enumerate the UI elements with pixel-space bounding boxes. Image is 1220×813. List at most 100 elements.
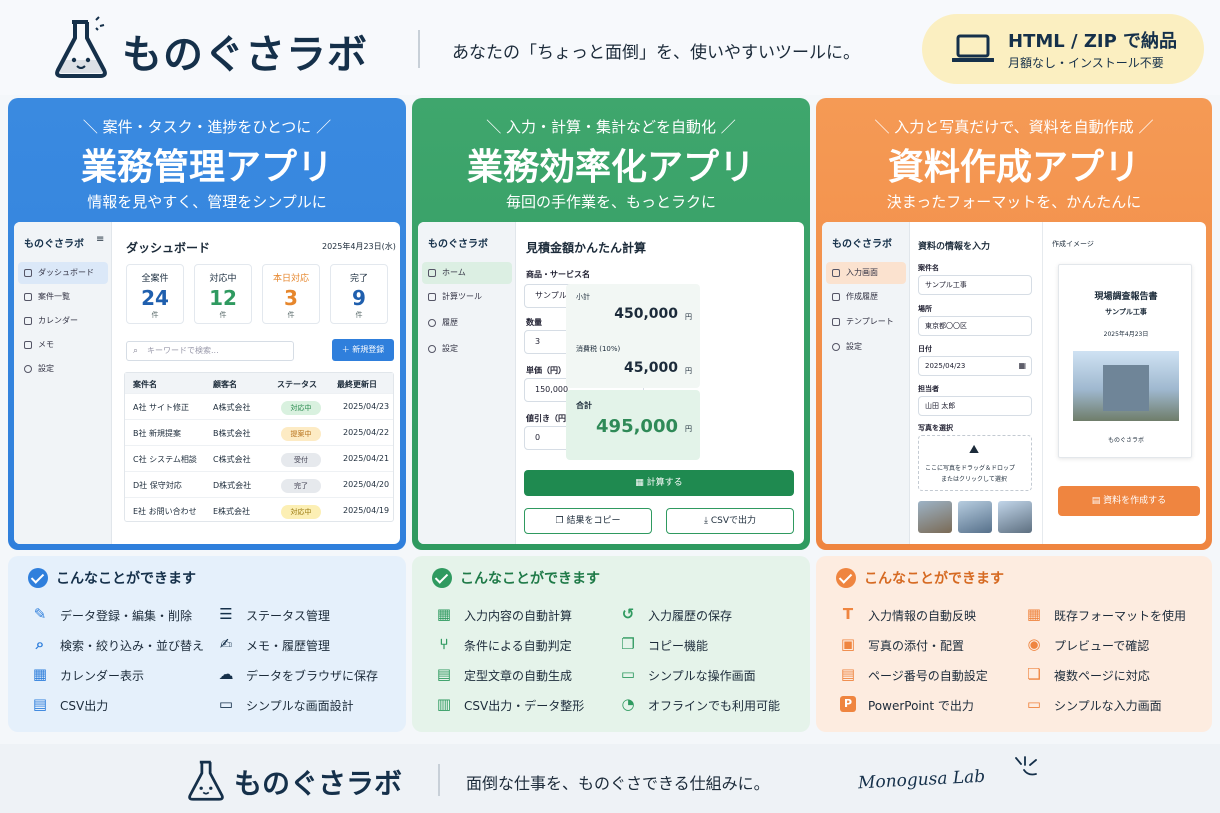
template-icon: ▦	[1026, 605, 1042, 623]
building-photo	[1073, 351, 1179, 421]
features-heading: こんなことができます	[460, 571, 600, 587]
column-header[interactable]: ステータス	[277, 379, 317, 390]
panel-subtitle: 決まったフォーマットを、かんたんに	[886, 193, 1142, 211]
panel-subtitle: 情報を見やすく、管理をシンプルに	[87, 193, 327, 211]
yen-unit: 円	[685, 313, 692, 321]
copy-result-button[interactable]: ❐ 結果をコピー	[524, 508, 652, 534]
sidebar-logo: ものぐさラボ	[832, 239, 892, 250]
badge-subtitle: 月額なし・インストール不要	[1008, 56, 1164, 70]
panel-business-management: ＼ 案件・タスク・進捗をひとつに ／ 業務管理アプリ 情報を見やすく、管理をシン…	[8, 98, 406, 550]
sidebar-item-label: ホーム	[442, 268, 466, 277]
feature-item: オフラインでも利用可能	[648, 699, 781, 713]
calendar-icon	[24, 317, 32, 325]
sidebar-item-label: 入力画面	[846, 268, 878, 277]
table-row[interactable]: D社 保守対応 D株式会社 完了 2025/04/20	[125, 471, 393, 497]
sidebar-item-calendar[interactable]: カレンダー	[18, 310, 108, 332]
image-icon: ⛰	[969, 442, 980, 456]
location-input[interactable]: 東京都〇〇区	[918, 316, 1032, 336]
photo-thumbnail[interactable]	[918, 501, 952, 533]
stat-card-done: 完了 9 件	[330, 264, 388, 324]
column-header[interactable]: 案件名	[133, 379, 157, 390]
sidebar-item-label: 作成履歴	[846, 292, 878, 301]
calendar-icon: ▦	[32, 665, 48, 683]
field-label: 写真を選択	[918, 424, 953, 432]
sidebar-item-calc-tool[interactable]: 計算ツール	[422, 286, 512, 308]
column-header[interactable]: 最終更新日	[337, 379, 377, 390]
stat-card-in-progress: 対応中 12 件	[194, 264, 252, 324]
feature-item: CSV出力	[60, 699, 109, 713]
feature-item: シンプルな画面設計	[246, 699, 354, 713]
monitor-icon: ▭	[1026, 695, 1042, 713]
features-efficiency: こんなことができます ▦ 入力内容の自動計算 ↺ 入力履歴の保存 ⑂ 条件による自動判…	[412, 556, 810, 732]
photo-thumbnail[interactable]	[998, 501, 1032, 533]
search-placeholder: キーワードで検索...	[147, 346, 219, 355]
sidebar-item-dashboard[interactable]: ダッシュボード	[18, 262, 108, 284]
button-label: 資料を作成する	[1103, 496, 1167, 506]
status-badge: 対応中	[281, 505, 321, 519]
memo-icon: ✍	[219, 635, 233, 653]
feature-item: メモ・履歴管理	[246, 639, 331, 653]
sidebar-item-settings[interactable]: 設定	[18, 358, 108, 380]
create-document-button[interactable]: ▤ 資料を作成する	[1058, 486, 1200, 516]
total-box: 合計 495,000 円	[566, 390, 700, 460]
field-label: 場所	[918, 305, 932, 313]
table-row[interactable]: C社 システム相談 C株式会社 受付 2025/04/21	[125, 445, 393, 471]
sidebar-item-settings[interactable]: 設定	[826, 336, 906, 358]
search-input[interactable]: ⌕ キーワードで検索...	[126, 341, 294, 361]
case-name-input[interactable]: サンプル工事	[918, 275, 1032, 295]
total-label: 合計	[576, 401, 592, 410]
panel-tag: ＼ 入力と写真だけで、資料を自動作成 ／	[874, 118, 1154, 136]
person-input[interactable]: 山田 太郎	[918, 396, 1032, 416]
stat-value: 12	[209, 286, 237, 310]
table-row[interactable]: A社 サイト修正 A株式会社 対応中 2025/04/23	[125, 393, 393, 419]
powerpoint-icon: P	[840, 696, 856, 712]
table-row[interactable]: B社 新規提案 B株式会社 提案中 2025/04/22	[125, 419, 393, 445]
laptop-icon	[952, 34, 994, 62]
calendar-icon: ▦	[1018, 361, 1026, 370]
cell-case: B社 新規提案	[133, 429, 182, 438]
history-icon: ↺	[621, 605, 635, 623]
sidebar-item-history[interactable]: 作成履歴	[826, 286, 906, 308]
sidebar-item-settings[interactable]: 設定	[422, 338, 512, 360]
pencil-icon: ✎	[33, 605, 47, 623]
file-icon	[832, 293, 840, 301]
sidebar-item-memo[interactable]: メモ	[18, 334, 108, 356]
sidebar-item-cases[interactable]: 案件一覧	[18, 286, 108, 308]
panel-title: 業務管理アプリ	[80, 147, 333, 188]
search-icon: ⌕	[35, 635, 45, 653]
app-screen: ものぐさラボ 入力画面 作成履歴 テンプレート 設定 資料の情報を入力 案件名 …	[822, 222, 1206, 544]
calculate-button[interactable]: ▦ 計算する	[524, 470, 794, 496]
sidebar: ものぐさラボ ≡ ダッシュボード 案件一覧 カレンダー メモ 設定	[14, 222, 112, 544]
document-icon: ▤	[436, 665, 452, 683]
photo-thumbnail[interactable]	[958, 501, 992, 533]
sidebar-item-template[interactable]: テンプレート	[826, 311, 906, 333]
home-icon	[24, 269, 32, 277]
tax-value: 45,000	[623, 360, 678, 376]
cell-date: 2025/04/19	[343, 506, 390, 515]
date-input[interactable]: 2025/04/23 ▦	[918, 356, 1032, 376]
app-screen: ものぐさラボ ≡ ダッシュボード 案件一覧 カレンダー メモ 設定 ダッシュボー…	[14, 222, 400, 544]
header: ものぐさラボ あなたの「ちょっと面倒」を、使いやすいツールに。 HTML / Z…	[0, 0, 1220, 95]
cloud-icon: ☁	[218, 665, 234, 683]
photo-dropzone[interactable]: ⛰ ここに写真をドラッグ＆ドロップ またはクリックして選択	[918, 435, 1032, 491]
cell-case: E社 お問い合わせ	[133, 507, 197, 516]
cell-date: 2025/04/23	[343, 402, 390, 411]
sidebar-item-home[interactable]: ホーム	[422, 262, 512, 284]
cell-date: 2025/04/22	[343, 428, 390, 437]
sidebar: ものぐさラボ 入力画面 作成履歴 テンプレート 設定	[822, 222, 910, 544]
csv-export-button[interactable]: ⤓ CSVで出力	[666, 508, 794, 534]
column-header[interactable]: 顧客名	[213, 379, 237, 390]
features-document-creation: こんなことができます T 入力情報の自動反映 ▦ 既存フォーマットを使用 ▣ 写真の添…	[816, 556, 1212, 732]
cell-case: C社 システム相談	[133, 455, 197, 464]
tagline: あなたの「ちょっと面倒」を、使いやすいツールに。	[452, 43, 860, 63]
sidebar-item-input[interactable]: 入力画面	[826, 262, 906, 284]
menu-icon[interactable]: ≡	[96, 234, 104, 245]
button-label: CSVで出力	[710, 516, 756, 526]
sidebar-item-label: テンプレート	[846, 317, 894, 326]
field-label: 数量	[526, 318, 542, 327]
stat-value: 9	[352, 286, 366, 310]
table-row[interactable]: E社 お問い合わせ E株式会社 対応中 2025/04/19	[125, 497, 393, 523]
check-circle-icon	[432, 568, 452, 588]
add-new-button[interactable]: ＋ 新規登録	[332, 339, 394, 361]
sidebar-item-history[interactable]: 履歴	[422, 312, 512, 334]
